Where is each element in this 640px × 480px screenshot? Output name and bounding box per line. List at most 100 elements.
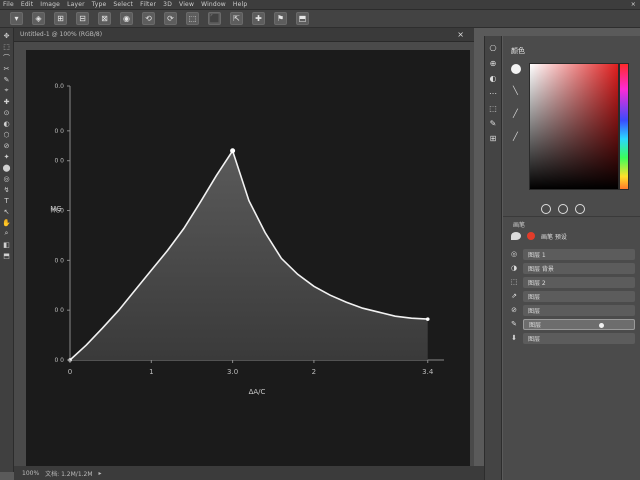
tools-panel: ✥ ⬚ ⌒ ✂ ✎ ⌖ ✚ ⊙ ◐ ⬡ ⊘ ✦ ⬤ ◎ ↯ T ↖ ✋ ⌕ ◧ ⬒ (0, 28, 14, 472)
document-tab[interactable]: Untitled-1 @ 100% (RGB/8) × (14, 28, 474, 42)
option-button-icon[interactable]: ▾ (10, 12, 23, 25)
tool-icon[interactable]: ⬡ (2, 130, 12, 139)
layer-row[interactable]: ⊘ 图层 (509, 304, 635, 316)
layer-row[interactable]: ◎ 图层 1 (509, 248, 635, 260)
option-button-icon[interactable]: ◉ (120, 12, 133, 25)
tool-icon[interactable]: ⬤ (2, 163, 12, 172)
option-button-icon[interactable]: ⬒ (296, 12, 309, 25)
layer-name-box[interactable]: 图层 (523, 304, 635, 316)
option-button-icon[interactable]: ⬚ (186, 12, 199, 25)
layers-list: ◎ 图层 1 ◑ 图层 背景 ⬚ 图层 2 ⇗ 图层 ⊘ 图层 ✎ 图层 ⬇ 图层 (509, 248, 635, 346)
area-chart: 0 00 00 0MG00 00 00.00 1 3.0 2 3.4MGΔA/C (50, 83, 444, 396)
tool-icon[interactable]: ✎ (2, 75, 12, 84)
option-button-icon[interactable]: ⟲ (142, 12, 155, 25)
layer-icon[interactable]: ⇗ (509, 292, 519, 300)
option-button-icon[interactable]: ◈ (32, 12, 45, 25)
pen-icon[interactable]: ╱ (513, 109, 518, 118)
menu-bar: File Edit Image Layer Type Select Filter 3D View… (0, 0, 640, 10)
menu-item-select[interactable]: Select (113, 1, 133, 8)
layer-name-box[interactable]: 图层 1 (523, 248, 635, 260)
option-button-icon[interactable]: ✚ (252, 12, 265, 25)
tab-label[interactable]: Untitled-1 @ 100% (RGB/8) (20, 31, 102, 38)
tab-close-icon[interactable]: × (457, 30, 464, 39)
layer-icon[interactable]: ⬚ (509, 278, 519, 286)
menu-item-3d[interactable]: 3D (163, 1, 172, 8)
tool-icon[interactable]: ✋ (2, 218, 12, 227)
tool-icon[interactable]: ✥ (2, 31, 12, 40)
layer-row[interactable]: ✎ 图层 (509, 318, 635, 330)
options-bar: ▾ ◈ ⊞ ⊟ ⊠ ◉ ⟲ ⟳ ⬚ ⬛ ⇱ ✚ ⚑ ⬒ (0, 10, 640, 28)
layer-row[interactable]: ⇗ 图层 (509, 290, 635, 302)
option-button-icon[interactable]: ⊠ (98, 12, 111, 25)
document-canvas[interactable]: 0 00 00 0 MG0 0 00 0 0.0 0 1 3.0 2 3.4 MG ΔA/C (26, 50, 470, 466)
tool-icon[interactable]: ◧ (2, 240, 12, 249)
tool-icon[interactable]: ◎ (2, 174, 12, 183)
dock-icon[interactable]: ⬚ (489, 104, 497, 113)
foreground-color[interactable] (511, 64, 521, 74)
layer-icon[interactable]: ⬇ (509, 334, 519, 342)
menu-item-file[interactable]: File (3, 1, 14, 8)
menu-item-image[interactable]: Image (40, 1, 60, 8)
swatch-icon[interactable] (575, 204, 585, 214)
layer-label: 图层 (528, 293, 541, 301)
swatch-icon[interactable] (558, 204, 568, 214)
opacity-knob[interactable] (599, 322, 604, 328)
option-button-icon[interactable]: ⚑ (274, 12, 287, 25)
menu-item-filter[interactable]: Filter (140, 1, 156, 8)
layer-name-box[interactable]: 图层 2 (523, 276, 635, 288)
tool-icon[interactable]: ⌕ (2, 229, 12, 238)
layer-name-box[interactable]: 图层 (523, 290, 635, 302)
tool-icon[interactable]: ⬚ (2, 42, 12, 51)
dock-icon[interactable]: ⋯ (489, 89, 497, 98)
tool-icon[interactable]: ✦ (2, 152, 12, 161)
tool-icon[interactable]: ✂ (2, 64, 12, 73)
option-button-icon[interactable]: ⊟ (76, 12, 89, 25)
tool-icon[interactable]: ↯ (2, 185, 12, 194)
panel-title: 颜色 (511, 47, 525, 55)
color-tools: ╲ ╱ ╱ (513, 86, 518, 141)
tool-icon[interactable]: ◐ (2, 119, 12, 128)
dock-icon[interactable]: ⊞ (490, 134, 497, 143)
layer-row[interactable]: ⬇ 图层 (509, 332, 635, 344)
layer-icon[interactable]: ⊘ (509, 306, 519, 314)
tool-icon[interactable]: ✚ (2, 97, 12, 106)
menu-item-type[interactable]: Type (92, 1, 107, 8)
dock-icon[interactable]: ◐ (490, 74, 497, 83)
pen-icon[interactable]: ╱ (513, 132, 518, 141)
option-button-icon[interactable]: ⟳ (164, 12, 177, 25)
tool-icon[interactable]: ⌖ (2, 86, 12, 95)
color-picker-field[interactable] (529, 63, 619, 190)
tool-icon[interactable]: ⬒ (2, 251, 12, 260)
menu-item-edit[interactable]: Edit (21, 1, 33, 8)
tool-icon[interactable]: ⊘ (2, 141, 12, 150)
option-button-icon[interactable]: ⬛ (208, 12, 221, 25)
swatch-icon[interactable] (541, 204, 551, 214)
brush-row[interactable]: 画笔 预设 (511, 230, 631, 242)
pen-icon[interactable]: ╲ (513, 86, 518, 95)
dock-icon[interactable]: ⊕ (490, 59, 497, 68)
tool-icon[interactable]: ↖ (2, 207, 12, 216)
hue-slider[interactable] (619, 63, 629, 190)
option-button-icon[interactable]: ⊞ (54, 12, 67, 25)
layer-row[interactable]: ◑ 图层 背景 (509, 262, 635, 274)
dock-icon[interactable]: ✎ (490, 119, 497, 128)
layer-label: 图层 1 (528, 251, 546, 259)
layer-icon[interactable]: ◎ (509, 250, 519, 258)
layer-icon[interactable]: ✎ (509, 320, 519, 328)
layer-icon[interactable]: ◑ (509, 264, 519, 272)
layer-row[interactable]: ⬚ 图层 2 (509, 276, 635, 288)
menu-item-help[interactable]: Help (233, 1, 247, 8)
layer-name-box[interactable]: 图层 (523, 332, 635, 344)
option-button-icon[interactable]: ⇱ (230, 12, 243, 25)
tool-icon[interactable]: ⊙ (2, 108, 12, 117)
tool-icon[interactable]: T (2, 196, 12, 205)
menu-item-view[interactable]: View (179, 1, 194, 8)
layer-name-box[interactable]: 图层 (523, 318, 635, 330)
window-close-icon[interactable]: × (631, 1, 636, 8)
menu-item-layer[interactable]: Layer (67, 1, 85, 8)
dock-icon[interactable]: ⎔ (490, 44, 497, 53)
menu-item-window[interactable]: Window (201, 1, 226, 8)
layer-name-box[interactable]: 图层 背景 (523, 262, 635, 274)
layer-label: 图层 2 (528, 279, 546, 287)
tool-icon[interactable]: ⌒ (2, 53, 12, 62)
